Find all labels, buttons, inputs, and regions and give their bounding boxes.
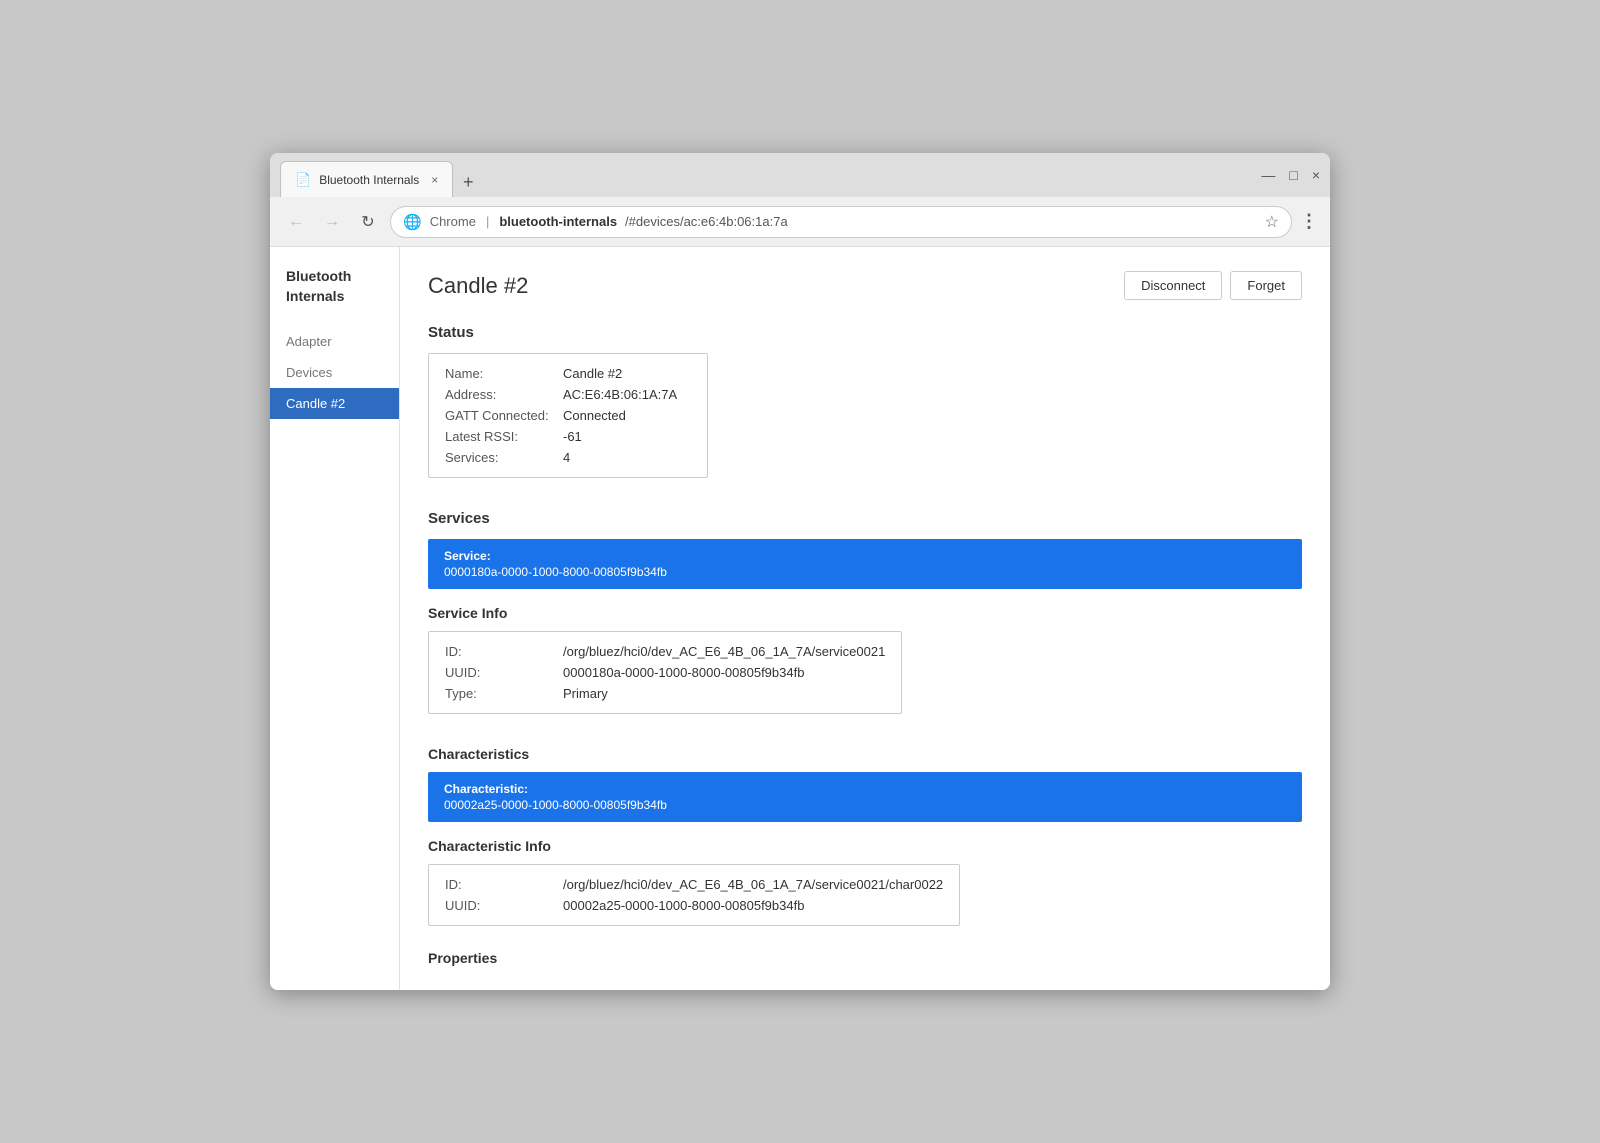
- browser-window: 📄 Bluetooth Internals × + — □ × ← → ↻ 🌐 …: [270, 153, 1330, 990]
- browser-menu-button[interactable]: ⋮: [1300, 211, 1318, 232]
- sidebar: BluetoothInternals Adapter Devices Candl…: [270, 247, 400, 990]
- tab-icon: 📄: [295, 172, 311, 188]
- sidebar-item-candle2[interactable]: Candle #2: [270, 388, 399, 419]
- service-info-heading: Service Info: [428, 605, 1302, 621]
- tab-title: Bluetooth Internals: [319, 173, 419, 187]
- char-bar-uuid: 00002a25-0000-1000-8000-00805f9b34fb: [444, 798, 1286, 812]
- globe-icon: 🌐: [403, 213, 422, 231]
- sidebar-title: BluetoothInternals: [270, 267, 399, 326]
- service-type-row: Type: Primary: [445, 686, 885, 701]
- url-separator: |: [486, 214, 489, 229]
- status-name-row: Name: Candle #2: [445, 366, 691, 381]
- status-info-box: Name: Candle #2 Address: AC:E6:4B:06:1A:…: [428, 353, 708, 478]
- service-id-row: ID: /org/bluez/hci0/dev_AC_E6_4B_06_1A_7…: [445, 644, 885, 659]
- disconnect-button[interactable]: Disconnect: [1124, 271, 1222, 300]
- reload-button[interactable]: ↻: [354, 208, 382, 236]
- header-buttons: Disconnect Forget: [1124, 271, 1302, 300]
- sidebar-item-adapter[interactable]: Adapter: [270, 326, 399, 357]
- service-bar-uuid: 0000180a-0000-1000-8000-00805f9b34fb: [444, 565, 1286, 579]
- characteristic-bar[interactable]: Characteristic: 00002a25-0000-1000-8000-…: [428, 772, 1302, 822]
- page-header: Candle #2 Disconnect Forget: [428, 271, 1302, 300]
- url-brand-text: Chrome: [430, 214, 476, 229]
- status-gatt-value: Connected: [563, 408, 626, 423]
- page-body: BluetoothInternals Adapter Devices Candl…: [270, 247, 1330, 990]
- forget-button[interactable]: Forget: [1230, 271, 1302, 300]
- char-id-label: ID:: [445, 877, 555, 892]
- maximize-button[interactable]: □: [1289, 167, 1297, 183]
- char-bar-label: Characteristic:: [444, 782, 1286, 796]
- char-uuid-value: 00002a25-0000-1000-8000-00805f9b34fb: [563, 898, 804, 913]
- service-type-value: Primary: [563, 686, 608, 701]
- status-services-label: Services:: [445, 450, 555, 465]
- properties-heading: Properties: [428, 950, 1302, 966]
- bookmark-icon[interactable]: ☆: [1265, 212, 1279, 232]
- status-gatt-row: GATT Connected: Connected: [445, 408, 691, 423]
- active-tab[interactable]: 📄 Bluetooth Internals ×: [280, 161, 453, 197]
- char-uuid-label: UUID:: [445, 898, 555, 913]
- status-rssi-value: -61: [563, 429, 582, 444]
- char-id-value: /org/bluez/hci0/dev_AC_E6_4B_06_1A_7A/se…: [563, 877, 943, 892]
- tab-strip: 📄 Bluetooth Internals × +: [280, 153, 1253, 197]
- char-info-box: ID: /org/bluez/hci0/dev_AC_E6_4B_06_1A_7…: [428, 864, 960, 926]
- url-bar[interactable]: 🌐 Chrome | bluetooth-internals /#devices…: [390, 206, 1292, 238]
- services-heading: Services: [428, 510, 1302, 527]
- forward-button[interactable]: →: [318, 208, 346, 236]
- back-button[interactable]: ←: [282, 208, 310, 236]
- service-bar[interactable]: Service: 0000180a-0000-1000-8000-00805f9…: [428, 539, 1302, 589]
- status-services-value: 4: [563, 450, 570, 465]
- char-info-heading: Characteristic Info: [428, 838, 1302, 854]
- close-button[interactable]: ×: [1312, 167, 1320, 183]
- char-uuid-row: UUID: 00002a25-0000-1000-8000-00805f9b34…: [445, 898, 943, 913]
- service-uuid-value: 0000180a-0000-1000-8000-00805f9b34fb: [563, 665, 804, 680]
- status-heading: Status: [428, 324, 1302, 341]
- service-type-label: Type:: [445, 686, 555, 701]
- characteristics-heading: Characteristics: [428, 746, 1302, 762]
- status-rssi-row: Latest RSSI: -61: [445, 429, 691, 444]
- tab-close-button[interactable]: ×: [431, 173, 438, 187]
- char-id-row: ID: /org/bluez/hci0/dev_AC_E6_4B_06_1A_7…: [445, 877, 943, 892]
- page-title: Candle #2: [428, 273, 528, 299]
- status-address-value: AC:E6:4B:06:1A:7A: [563, 387, 677, 402]
- status-name-label: Name:: [445, 366, 555, 381]
- service-id-value: /org/bluez/hci0/dev_AC_E6_4B_06_1A_7A/se…: [563, 644, 885, 659]
- main-content: Candle #2 Disconnect Forget Status Name:…: [400, 247, 1330, 990]
- window-controls: — □ ×: [1261, 167, 1320, 183]
- service-info-box: ID: /org/bluez/hci0/dev_AC_E6_4B_06_1A_7…: [428, 631, 902, 714]
- service-bar-label: Service:: [444, 549, 1286, 563]
- service-uuid-label: UUID:: [445, 665, 555, 680]
- service-uuid-row: UUID: 0000180a-0000-1000-8000-00805f9b34…: [445, 665, 885, 680]
- new-tab-button[interactable]: +: [453, 167, 483, 197]
- status-address-label: Address:: [445, 387, 555, 402]
- url-path: /#devices/ac:e6:4b:06:1a:7a: [625, 214, 788, 229]
- status-services-row: Services: 4: [445, 450, 691, 465]
- status-rssi-label: Latest RSSI:: [445, 429, 555, 444]
- sidebar-item-devices[interactable]: Devices: [270, 357, 399, 388]
- status-gatt-label: GATT Connected:: [445, 408, 555, 423]
- url-bold-part: bluetooth-internals: [499, 214, 617, 229]
- title-bar: 📄 Bluetooth Internals × + — □ ×: [270, 153, 1330, 197]
- minimize-button[interactable]: —: [1261, 167, 1275, 183]
- service-id-label: ID:: [445, 644, 555, 659]
- address-bar: ← → ↻ 🌐 Chrome | bluetooth-internals /#d…: [270, 197, 1330, 247]
- status-address-row: Address: AC:E6:4B:06:1A:7A: [445, 387, 691, 402]
- status-name-value: Candle #2: [563, 366, 622, 381]
